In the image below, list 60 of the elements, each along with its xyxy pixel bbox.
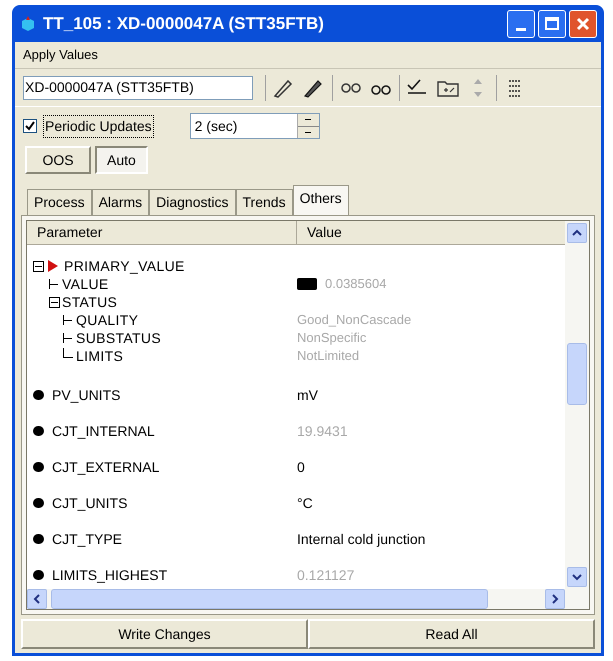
scroll-thumb[interactable] (51, 589, 488, 609)
maximize-button[interactable] (538, 10, 566, 38)
parameter-name[interactable]: CJT_EXTERNAL (52, 456, 160, 478)
interval-spinbox[interactable]: 2 (sec) (190, 113, 320, 139)
tab[interactable]: Diagnostics (149, 189, 236, 215)
bullet-icon (33, 498, 44, 508)
parameter-name[interactable]: SUBSTATUS (76, 328, 162, 348)
bullet-icon (33, 570, 44, 580)
bullet-icon (33, 390, 44, 400)
horizontal-scrollbar[interactable] (27, 589, 565, 609)
bullet-icon (33, 462, 44, 472)
scroll-left-button[interactable] (27, 589, 47, 609)
chevron-left-icon (33, 594, 41, 604)
parameter-name[interactable]: CJT_INTERNAL (52, 420, 155, 442)
checkbox[interactable] (23, 119, 37, 133)
minimize-button[interactable] (507, 10, 535, 38)
value-text[interactable]: 0 (297, 456, 305, 478)
tab[interactable]: Process (27, 189, 92, 215)
checkbox-label[interactable]: Periodic Updates (43, 114, 154, 138)
tab[interactable]: Alarms (92, 189, 150, 215)
vertical-scrollbar[interactable] (565, 221, 589, 609)
parameter-name[interactable]: VALUE (62, 274, 109, 294)
value-text[interactable]: mV (297, 384, 318, 406)
parameter-name[interactable]: PV_UNITS (52, 384, 120, 406)
parameter-name[interactable]: LIMITS_HIGHEST (52, 564, 168, 586)
scroll-up-button[interactable] (567, 223, 587, 243)
parameter-name[interactable]: QUALITY (76, 310, 138, 330)
parameter-name[interactable]: STATUS (62, 292, 118, 312)
parameter-name[interactable]: LIMITS (76, 346, 124, 366)
scroll-right-button[interactable] (545, 589, 565, 609)
parameter-name[interactable]: PRIMARY_VALUE (64, 256, 185, 276)
scroll-thumb[interactable] (567, 343, 587, 405)
scroll-down-button[interactable] (567, 567, 587, 587)
close-button[interactable] (569, 10, 597, 38)
bullet-icon (33, 426, 44, 436)
close-icon (576, 16, 590, 30)
chevron-down-icon (572, 573, 582, 581)
device-field[interactable]: XD-0000047A (STT35FTB) (23, 76, 253, 100)
cube-icon (21, 16, 35, 32)
window-title: TT_105 : XD-0000047A (STT35FTB) (43, 12, 325, 35)
chevron-up-icon (572, 229, 582, 237)
bullet-icon (33, 534, 44, 544)
value-chip-icon (297, 278, 317, 290)
mode-button[interactable]: Auto (95, 146, 148, 174)
tab[interactable]: Others (292, 185, 349, 215)
value-text[interactable]: °C (297, 492, 313, 514)
menu-item[interactable]: Apply Values (23, 45, 98, 65)
footer-button[interactable]: Write Changes (21, 619, 308, 649)
mode-button[interactable]: OOS (25, 146, 91, 174)
collapse-toggle-icon[interactable] (33, 260, 44, 272)
column-header[interactable]: Value (297, 221, 565, 244)
collapse-toggle-icon[interactable] (49, 296, 60, 308)
footer-button[interactable]: Read All (308, 619, 595, 649)
parameter-name[interactable]: CJT_UNITS (52, 492, 128, 514)
column-header[interactable]: Parameter (27, 221, 297, 244)
arrow-icon (48, 260, 58, 272)
chevron-right-icon (551, 594, 559, 604)
parameter-name[interactable]: CJT_TYPE (52, 528, 122, 550)
tab[interactable]: Trends (236, 189, 293, 215)
value-text[interactable]: Internal cold junction (297, 528, 426, 550)
